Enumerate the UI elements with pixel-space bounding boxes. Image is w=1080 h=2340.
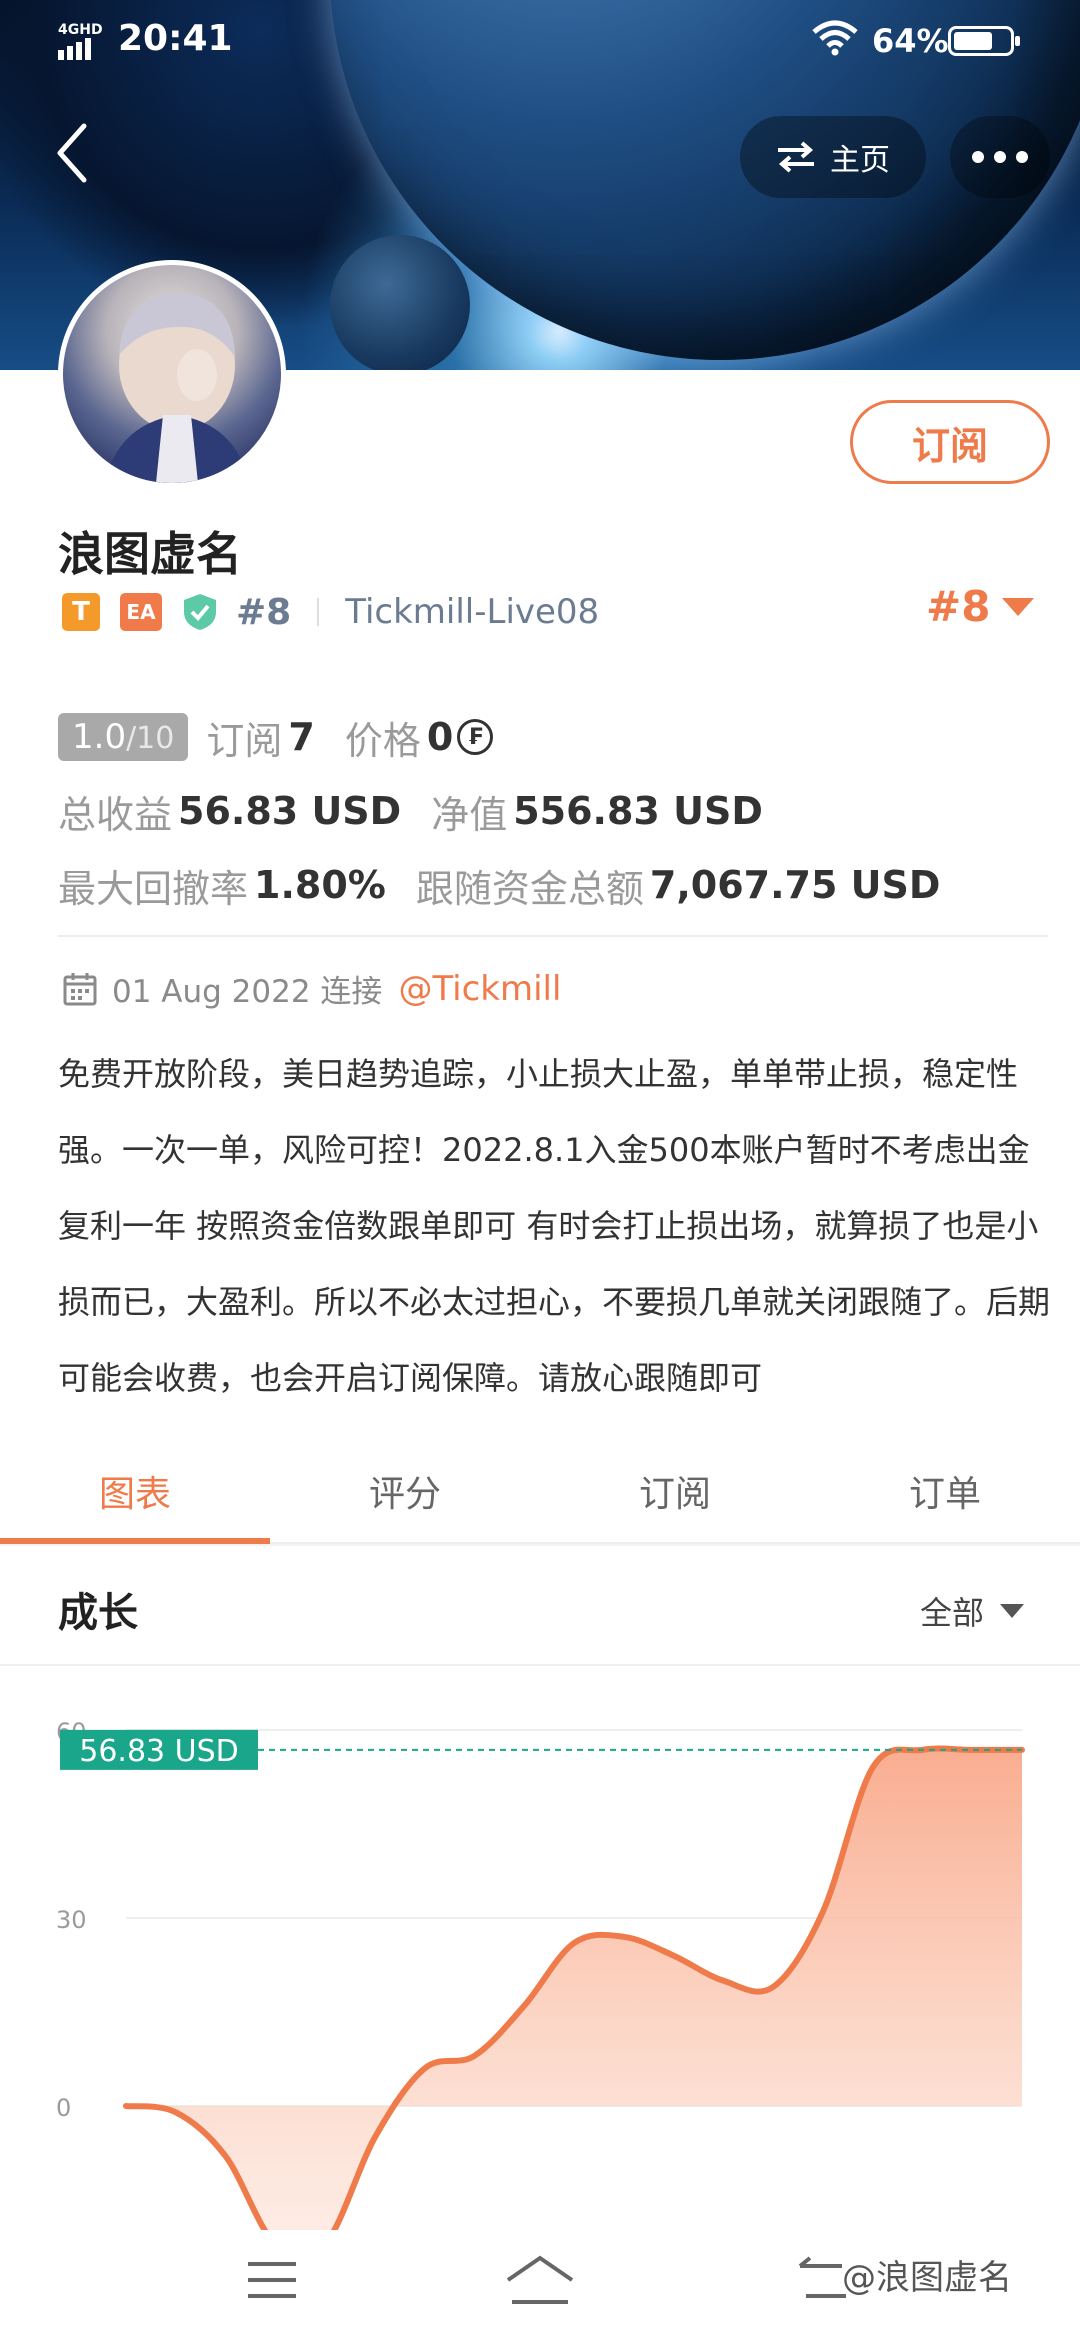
tab-chart[interactable]: 图表 bbox=[0, 1440, 270, 1544]
wifi-icon bbox=[812, 20, 858, 56]
calendar-icon bbox=[63, 972, 97, 1005]
tab-bar: 图表 评分 订阅 订单 bbox=[0, 1440, 1080, 1544]
max-drawdown-label: 最大回撤率 bbox=[58, 866, 249, 911]
t-badge: T bbox=[62, 593, 100, 631]
range-filter-label: 全部 bbox=[920, 1594, 985, 1632]
triangle-down-icon bbox=[1000, 1604, 1025, 1618]
watermark: @浪图虚名 bbox=[842, 2258, 1012, 2298]
coin-icon: ₣ bbox=[457, 719, 494, 755]
score-badge: 1.0/10 bbox=[58, 713, 189, 761]
more-options-icon[interactable] bbox=[950, 116, 1050, 198]
price-label: 价格 bbox=[344, 718, 421, 763]
network-type: 4GHD bbox=[58, 22, 103, 38]
rank-dropdown[interactable]: #8 bbox=[926, 582, 1035, 631]
battery-percent: 64% bbox=[872, 22, 949, 60]
broker-link[interactable]: @Tickmill bbox=[398, 969, 561, 1009]
divider bbox=[317, 598, 320, 626]
triangle-down-icon bbox=[1002, 597, 1035, 616]
divider bbox=[58, 935, 1048, 937]
total-profit-value: 56.83 USD bbox=[178, 789, 402, 833]
equity-label: 净值 bbox=[431, 792, 508, 837]
total-profit-label: 总收益 bbox=[58, 792, 173, 837]
avatar[interactable] bbox=[58, 260, 286, 488]
moon-image bbox=[330, 235, 470, 370]
strategy-description: 免费开放阶段，美日趋势追踪，小止损大止盈，单单带止损，稳定性强。一次一单，风险可… bbox=[58, 1055, 1051, 1397]
rank-dropdown-label: #8 bbox=[926, 582, 991, 631]
follow-funds-label: 跟随资金总额 bbox=[415, 866, 644, 911]
tab-rating[interactable]: 评分 bbox=[270, 1440, 540, 1542]
max-drawdown-value: 1.80% bbox=[254, 863, 386, 907]
current-value-label: 56.83 USD bbox=[79, 1734, 239, 1769]
battery-icon bbox=[948, 26, 1020, 56]
stats-row-3: 最大回撤率 1.80% 跟随资金总额 7,067.75 USD bbox=[58, 848, 1048, 922]
swap-icon bbox=[778, 141, 814, 173]
growth-chart: 60300 56.83 USD bbox=[56, 1718, 1025, 2230]
stats-row-1: 1.0/10 订阅 7 价格 0 ₣ bbox=[58, 700, 1048, 774]
range-filter[interactable]: 全部 bbox=[920, 1588, 1025, 1634]
menu-icon[interactable] bbox=[244, 2256, 300, 2304]
tab-subscribe[interactable]: 订阅 bbox=[540, 1440, 810, 1542]
home-icon[interactable] bbox=[504, 2252, 576, 2308]
subscribe-button[interactable]: 订阅 bbox=[850, 400, 1050, 484]
stats-block: 1.0/10 订阅 7 价格 0 ₣ 总收益 56.83 USD 净值 556.… bbox=[58, 700, 1048, 922]
growth-title: 成长 bbox=[58, 1590, 138, 1636]
ea-badge: EA bbox=[120, 593, 162, 631]
growth-header: 成长 全部 bbox=[0, 1546, 1080, 1666]
connection-date: 01 Aug 2022 连接 bbox=[112, 974, 383, 1010]
score-max: /10 bbox=[126, 721, 175, 756]
growth-area bbox=[126, 1748, 1022, 2230]
broker-account: Tickmill-Live08 bbox=[345, 592, 600, 632]
rank-label: #8 bbox=[236, 591, 292, 633]
y-tick-label: 30 bbox=[56, 1906, 87, 1934]
avatar-illustration bbox=[104, 293, 250, 483]
status-bar: 4GHD 20:41 64% bbox=[0, 0, 1080, 80]
follow-funds-value: 7,067.75 USD bbox=[649, 863, 941, 907]
subscribe-count-label: 订阅 bbox=[206, 718, 283, 763]
home-label: 主页 bbox=[830, 143, 890, 178]
y-tick-label: 0 bbox=[56, 2094, 71, 2122]
score-value: 1.0 bbox=[72, 717, 127, 757]
signal-icon bbox=[58, 38, 94, 60]
tag-row: T EA #8 Tickmill-Live08 bbox=[62, 588, 599, 636]
stats-row-2: 总收益 56.83 USD 净值 556.83 USD bbox=[58, 774, 1048, 848]
subscribe-count-value: 7 bbox=[288, 715, 315, 759]
price-value: 0 bbox=[426, 715, 454, 759]
equity-value: 556.83 USD bbox=[513, 789, 763, 833]
trader-name: 浪图虚名 bbox=[58, 527, 242, 581]
connection-row: 01 Aug 2022 连接 @Tickmill bbox=[62, 966, 561, 1011]
verified-shield-icon bbox=[184, 594, 216, 630]
tab-orders[interactable]: 订单 bbox=[810, 1440, 1080, 1542]
back-arrow-icon[interactable] bbox=[40, 118, 110, 188]
home-button[interactable]: 主页 bbox=[740, 116, 926, 198]
clock: 20:41 bbox=[118, 18, 233, 59]
